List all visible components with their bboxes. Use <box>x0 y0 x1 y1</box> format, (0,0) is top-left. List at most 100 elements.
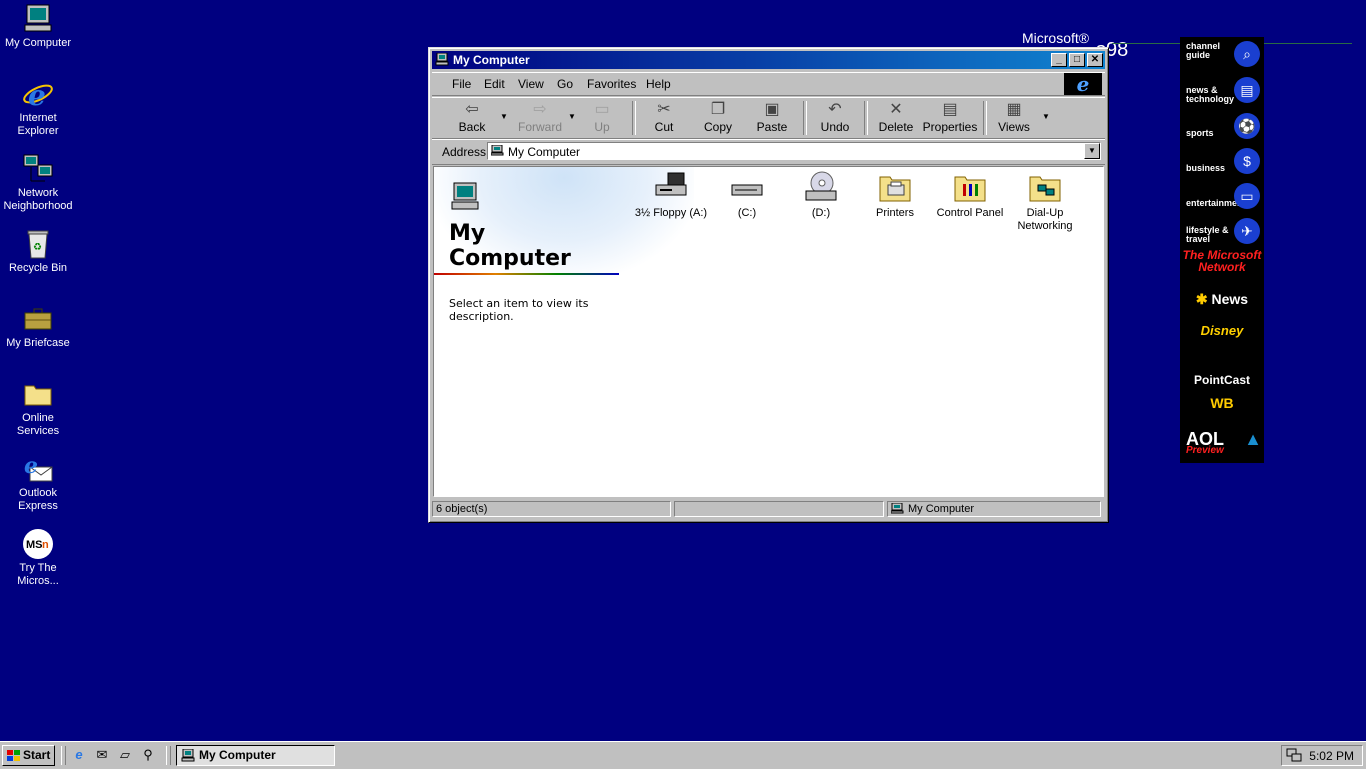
title-bar[interactable]: My Computer _ □ ✕ <box>432 51 1105 69</box>
channel-sports[interactable]: sports ⚽ <box>1180 109 1264 143</box>
microsoft-wordmark: Microsoft® <box>1022 30 1090 46</box>
menu-edit[interactable]: Edit <box>484 77 505 91</box>
copy-button[interactable]: ❐ Copy <box>698 100 738 136</box>
start-label: Start <box>23 748 51 762</box>
quick-launch-show-desktop-icon[interactable]: ▱ <box>117 747 133 763</box>
status-pane-empty <box>674 501 884 517</box>
outlook-express-icon: e <box>22 453 54 485</box>
msnbc-news-logo[interactable]: ✱ News <box>1182 291 1262 308</box>
internet-explorer-icon: e <box>22 78 54 112</box>
channel-label: business <box>1186 163 1226 173</box>
quick-launch-channels-icon[interactable]: ⚲ <box>140 747 156 763</box>
address-dropdown-icon[interactable]: ▼ <box>1084 143 1100 159</box>
status-object-count: 6 object(s) <box>432 501 671 517</box>
menu-favorites[interactable]: Favorites <box>587 77 636 91</box>
control-panel-folder-icon <box>953 171 987 203</box>
menu-go[interactable]: Go <box>557 77 573 91</box>
warner-bros-logo[interactable]: WB <box>1182 395 1262 411</box>
minimize-button[interactable]: _ <box>1051 53 1067 67</box>
microsoft-network-logo[interactable]: The Microsoft Network <box>1182 249 1262 273</box>
recycle-bin-icon: ♻ <box>22 228 54 260</box>
channel-lifestyle-travel[interactable]: lifestyle & travel ✈ <box>1180 214 1264 248</box>
desktop-icon-label: Recycle Bin <box>8 262 68 274</box>
views-dropdown-icon[interactable]: ▼ <box>1042 112 1050 121</box>
channel-guide[interactable]: channel guide ⌕ <box>1180 37 1264 71</box>
desktop-icon-label: Internet Explorer <box>17 112 59 137</box>
svg-text:n: n <box>42 539 49 551</box>
views-label: Views <box>998 120 1030 134</box>
menu-file[interactable]: File <box>452 77 471 91</box>
channel-label: lifestyle & travel <box>1186 225 1229 244</box>
delete-button[interactable]: ✕ Delete <box>876 100 916 136</box>
toolbar-separator <box>803 101 807 135</box>
channel-business[interactable]: business $ <box>1180 144 1264 178</box>
drive-c[interactable]: (C:) <box>709 171 785 220</box>
delete-label: Delete <box>878 120 914 134</box>
properties-button[interactable]: ▤ Properties <box>922 100 978 136</box>
svg-text:e: e <box>24 453 38 479</box>
forward-button[interactable]: ⇨ Forward <box>512 100 568 136</box>
taskbar-grip <box>166 746 171 765</box>
desktop-icon-msn[interactable]: MS n Try The Micros... <box>0 528 76 588</box>
dial-up-folder-icon <box>1028 171 1062 203</box>
floppy-drive-icon <box>654 171 688 203</box>
network-tray-icon[interactable] <box>1286 748 1302 762</box>
desktop-icon-my-briefcase[interactable]: My Briefcase <box>0 303 76 350</box>
windows-flag-icon <box>7 750 20 761</box>
svg-text:e: e <box>28 79 46 110</box>
cd-drive-icon <box>804 171 838 203</box>
printers-folder[interactable]: Printers <box>857 171 933 220</box>
taskbar-button-label: My Computer <box>199 748 276 762</box>
up-button[interactable]: ▭ Up <box>582 100 622 136</box>
paste-icon: ▣ <box>764 101 780 118</box>
taskbar-button-my-computer[interactable]: My Computer <box>176 745 335 766</box>
computer-icon <box>22 3 54 35</box>
control-panel-folder[interactable]: Control Panel <box>932 171 1008 220</box>
forward-dropdown-icon[interactable]: ▼ <box>568 112 576 121</box>
desktop-icon-recycle-bin[interactable]: ♻ Recycle Bin <box>0 228 76 275</box>
dial-up-networking-folder[interactable]: Dial-Up Networking <box>1007 171 1083 233</box>
back-dropdown-icon[interactable]: ▼ <box>500 112 508 121</box>
status-bar: 6 object(s) My Computer <box>432 500 1105 518</box>
newspaper-icon: ▤ <box>1234 77 1260 103</box>
channel-entertainment[interactable]: entertainment ▭ <box>1180 179 1264 213</box>
desktop-icon-label: Network Neighborhood <box>3 187 73 212</box>
views-grid-icon: ▦ <box>1006 101 1022 118</box>
desktop-icon-my-computer[interactable]: My Computer <box>0 3 76 50</box>
desktop-icon-online-services[interactable]: Online Services <box>0 378 76 438</box>
views-button[interactable]: ▦ Views <box>994 100 1034 136</box>
drive-d[interactable]: (D:) <box>783 171 859 220</box>
back-button[interactable]: ⇦ Back <box>446 100 498 136</box>
soccer-ball-icon: ⚽ <box>1234 113 1260 139</box>
menu-help[interactable]: Help <box>646 77 671 91</box>
address-label: Address <box>442 145 487 159</box>
desktop-icon-network-neighborhood[interactable]: Network Neighborhood <box>0 153 76 213</box>
channel-news-technology[interactable]: news & technology ▤ <box>1180 73 1264 107</box>
disney-logo[interactable]: Disney <box>1182 323 1262 338</box>
pointcast-logo[interactable]: PointCast <box>1182 373 1262 387</box>
address-bar: Address My Computer ▼ <box>432 139 1105 165</box>
webview-description: Select an item to view its description. <box>449 297 589 323</box>
item-label: Dial-Up Networking <box>1017 207 1073 232</box>
maximize-button[interactable]: □ <box>1069 53 1085 67</box>
undo-button[interactable]: ↶ Undo <box>815 100 855 136</box>
paste-button[interactable]: ▣ Paste <box>752 100 792 136</box>
item-label: Printers <box>876 207 914 219</box>
desktop-icon-internet-explorer[interactable]: e Internet Explorer <box>0 78 76 138</box>
taskbar-grip <box>61 746 66 765</box>
address-field[interactable]: My Computer ▼ <box>487 142 1101 160</box>
clock[interactable]: 5:02 PM <box>1309 749 1354 763</box>
network-icon <box>22 153 54 185</box>
menu-view[interactable]: View <box>518 77 544 91</box>
drive-floppy-a[interactable]: 3½ Floppy (A:) <box>633 171 709 220</box>
start-button[interactable]: Start <box>2 745 55 766</box>
quick-launch-internet-explorer-icon[interactable]: e <box>71 747 87 763</box>
cut-button[interactable]: ✂ Cut <box>644 100 684 136</box>
close-button[interactable]: ✕ <box>1087 53 1103 67</box>
desktop-icon-outlook-express[interactable]: e Outlook Express <box>0 453 76 513</box>
television-icon: ▭ <box>1234 183 1260 209</box>
quick-launch-outlook-express-icon[interactable]: ✉ <box>94 747 110 763</box>
item-label: (C:) <box>737 207 757 219</box>
folder-icon <box>22 378 54 410</box>
desktop-icon-label: My Computer <box>4 37 72 49</box>
